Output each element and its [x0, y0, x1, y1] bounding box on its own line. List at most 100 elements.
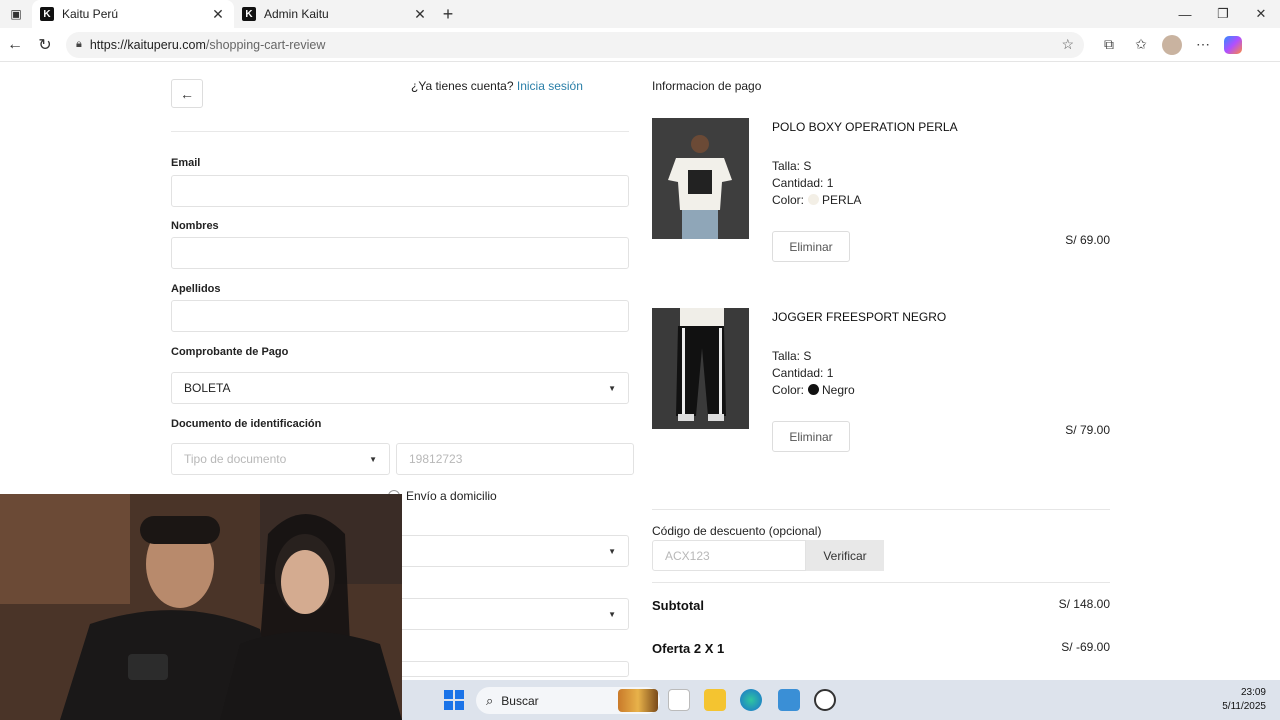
more-menu-icon[interactable]: ⋯ — [1192, 34, 1214, 56]
product-name: POLO BOXY OPERATION PERLA — [772, 120, 958, 134]
delivery-option[interactable]: Envío a domicilio — [388, 489, 497, 503]
apellidos-label: Apellidos — [171, 283, 221, 295]
color-name: Negro — [822, 383, 855, 397]
tab-kaitu-peru[interactable]: K Kaitu Perú ✕ — [32, 0, 234, 28]
favorite-star-icon[interactable]: ☆ — [1061, 36, 1074, 53]
numero-documento-field[interactable]: 19812723 — [396, 443, 634, 475]
window-menu-icon[interactable]: ▣ — [0, 0, 32, 28]
apellidos-field[interactable] — [171, 300, 629, 332]
close-tab-icon[interactable]: ✕ — [210, 6, 226, 23]
notepad-icon[interactable] — [778, 689, 800, 711]
remove-button[interactable]: Eliminar — [772, 231, 850, 262]
account-question: ¿Ya tienes cuenta? — [411, 79, 514, 93]
email-field[interactable] — [171, 175, 629, 207]
extensions-icon[interactable]: ⧉ — [1098, 34, 1120, 56]
search-label: Buscar — [501, 693, 539, 708]
remove-button[interactable]: Eliminar — [772, 421, 850, 452]
account-prompt: ¿Ya tienes cuenta? Inicia sesión — [411, 79, 583, 93]
color-swatch — [808, 384, 820, 395]
divider — [652, 509, 1110, 510]
new-tab-icon[interactable]: + — [436, 0, 460, 28]
comprobante-label: Comprobante de Pago — [171, 346, 289, 358]
product-meta: Talla: S Cantidad: 1 Color: PERLA — [772, 158, 861, 209]
email-label: Email — [171, 157, 201, 169]
comprobante-value: BOLETA — [184, 381, 231, 395]
close-tab-icon[interactable]: ✕ — [412, 6, 428, 23]
lock-icon: 🔒︎ — [76, 38, 82, 50]
product-image[interactable] — [652, 118, 749, 239]
chevron-down-icon: ▼ — [608, 383, 616, 393]
arrow-left-icon: ← — [180, 85, 194, 102]
verify-button[interactable]: Verificar — [806, 540, 884, 571]
discount-label: Código de descuento (opcional) — [652, 524, 822, 538]
discount-code-input[interactable]: ACX123 — [652, 540, 806, 571]
taskbar-clock[interactable]: 23:09 5/11/2025 — [1222, 686, 1266, 714]
store-icon[interactable] — [668, 689, 690, 711]
toolbar-icons: ⧉ ✩ ⋯ — [1098, 34, 1242, 56]
webcam-overlay — [0, 494, 402, 720]
tab-title: Kaitu Perú — [62, 7, 119, 21]
product-price: S/ 69.00 — [1065, 233, 1110, 247]
color-name: PERLA — [822, 193, 862, 207]
product-size: Talla: S — [772, 349, 812, 363]
payment-info-title: Informacion de pago — [652, 79, 762, 93]
subtotal-value: S/ 148.00 — [1058, 597, 1110, 611]
profile-avatar-icon[interactable] — [1162, 34, 1182, 55]
copilot-icon[interactable] — [1224, 35, 1242, 54]
url-text: https://kaituperu.com/shopping-cart-revi… — [89, 37, 326, 52]
back-arrow-icon[interactable]: ← — [0, 30, 30, 60]
clock-date: 5/11/2025 — [1222, 701, 1266, 712]
windows-taskbar: ⌕ Buscar 23:09 5/11/2025 — [402, 680, 1280, 720]
chevron-down-icon: ▼ — [369, 454, 377, 464]
search-highlight-image — [618, 689, 658, 712]
back-button[interactable]: ← — [171, 79, 203, 108]
offer-label: Oferta 2 X 1 — [652, 641, 725, 656]
subtotal-label: Subtotal — [652, 598, 704, 613]
numero-documento-placeholder: 19812723 — [409, 452, 463, 466]
chevron-down-icon: ▼ — [608, 609, 616, 619]
comprobante-select[interactable]: BOLETA ▼ — [171, 372, 629, 404]
delivery-option-label: Envío a domicilio — [406, 489, 497, 503]
product-size: Talla: S — [772, 159, 812, 173]
login-link[interactable]: Inicia sesión — [517, 79, 583, 93]
kaitu-favicon-icon: K — [242, 7, 256, 21]
product-color: Color: PERLA — [772, 192, 861, 209]
clock-time: 23:09 — [1240, 687, 1266, 698]
tab-admin-kaitu[interactable]: K Admin Kaitu ✕ — [234, 0, 436, 28]
tipo-documento-placeholder: Tipo de documento — [184, 452, 287, 466]
divider — [171, 131, 629, 132]
product-quantity: Cantidad: 1 — [772, 366, 834, 380]
tab-title: Admin Kaitu — [264, 7, 329, 21]
file-explorer-icon[interactable] — [704, 689, 726, 711]
maximize-icon[interactable]: ❐ — [1204, 0, 1242, 28]
favorites-icon[interactable]: ✩ — [1130, 34, 1152, 56]
nombres-field[interactable] — [171, 237, 629, 269]
offer-value: S/ -69.00 — [1061, 640, 1110, 654]
edge-browser-icon[interactable] — [740, 689, 762, 711]
windows-start-icon[interactable] — [444, 690, 464, 710]
product-meta: Talla: S Cantidad: 1 Color: Negro — [772, 348, 855, 399]
reload-icon[interactable]: ↻ — [30, 30, 60, 60]
product-price: S/ 79.00 — [1065, 423, 1110, 437]
divider — [652, 582, 1110, 583]
product-color: Color: Negro — [772, 382, 855, 399]
chevron-down-icon: ▼ — [608, 546, 616, 556]
address-bar-row: ← ↻ 🔒︎ https://kaituperu.com/shopping-ca… — [0, 28, 1280, 62]
search-icon: ⌕ — [486, 692, 494, 708]
documento-label: Documento de identificación — [171, 418, 322, 430]
taskbar-search[interactable]: ⌕ Buscar — [476, 687, 660, 714]
url-field[interactable]: 🔒︎ https://kaituperu.com/shopping-cart-r… — [66, 31, 1084, 58]
product-name: JOGGER FREESPORT NEGRO — [772, 310, 947, 324]
minimize-icon[interactable]: — — [1166, 0, 1204, 28]
browser-tab-bar: ▣ K Kaitu Perú ✕ K Admin Kaitu ✕ + — ❐ ✕ — [0, 0, 1280, 28]
product-image[interactable] — [652, 308, 749, 429]
kaitu-favicon-icon: K — [40, 7, 54, 21]
nombres-label: Nombres — [171, 220, 219, 232]
color-swatch — [808, 194, 820, 205]
tipo-documento-select[interactable]: Tipo de documento ▼ — [171, 443, 390, 475]
close-window-icon[interactable]: ✕ — [1242, 0, 1280, 28]
color-prefix: Color: — [772, 193, 805, 207]
product-quantity: Cantidad: 1 — [772, 176, 834, 190]
app-icon[interactable] — [814, 689, 836, 711]
color-prefix: Color: — [772, 383, 805, 397]
